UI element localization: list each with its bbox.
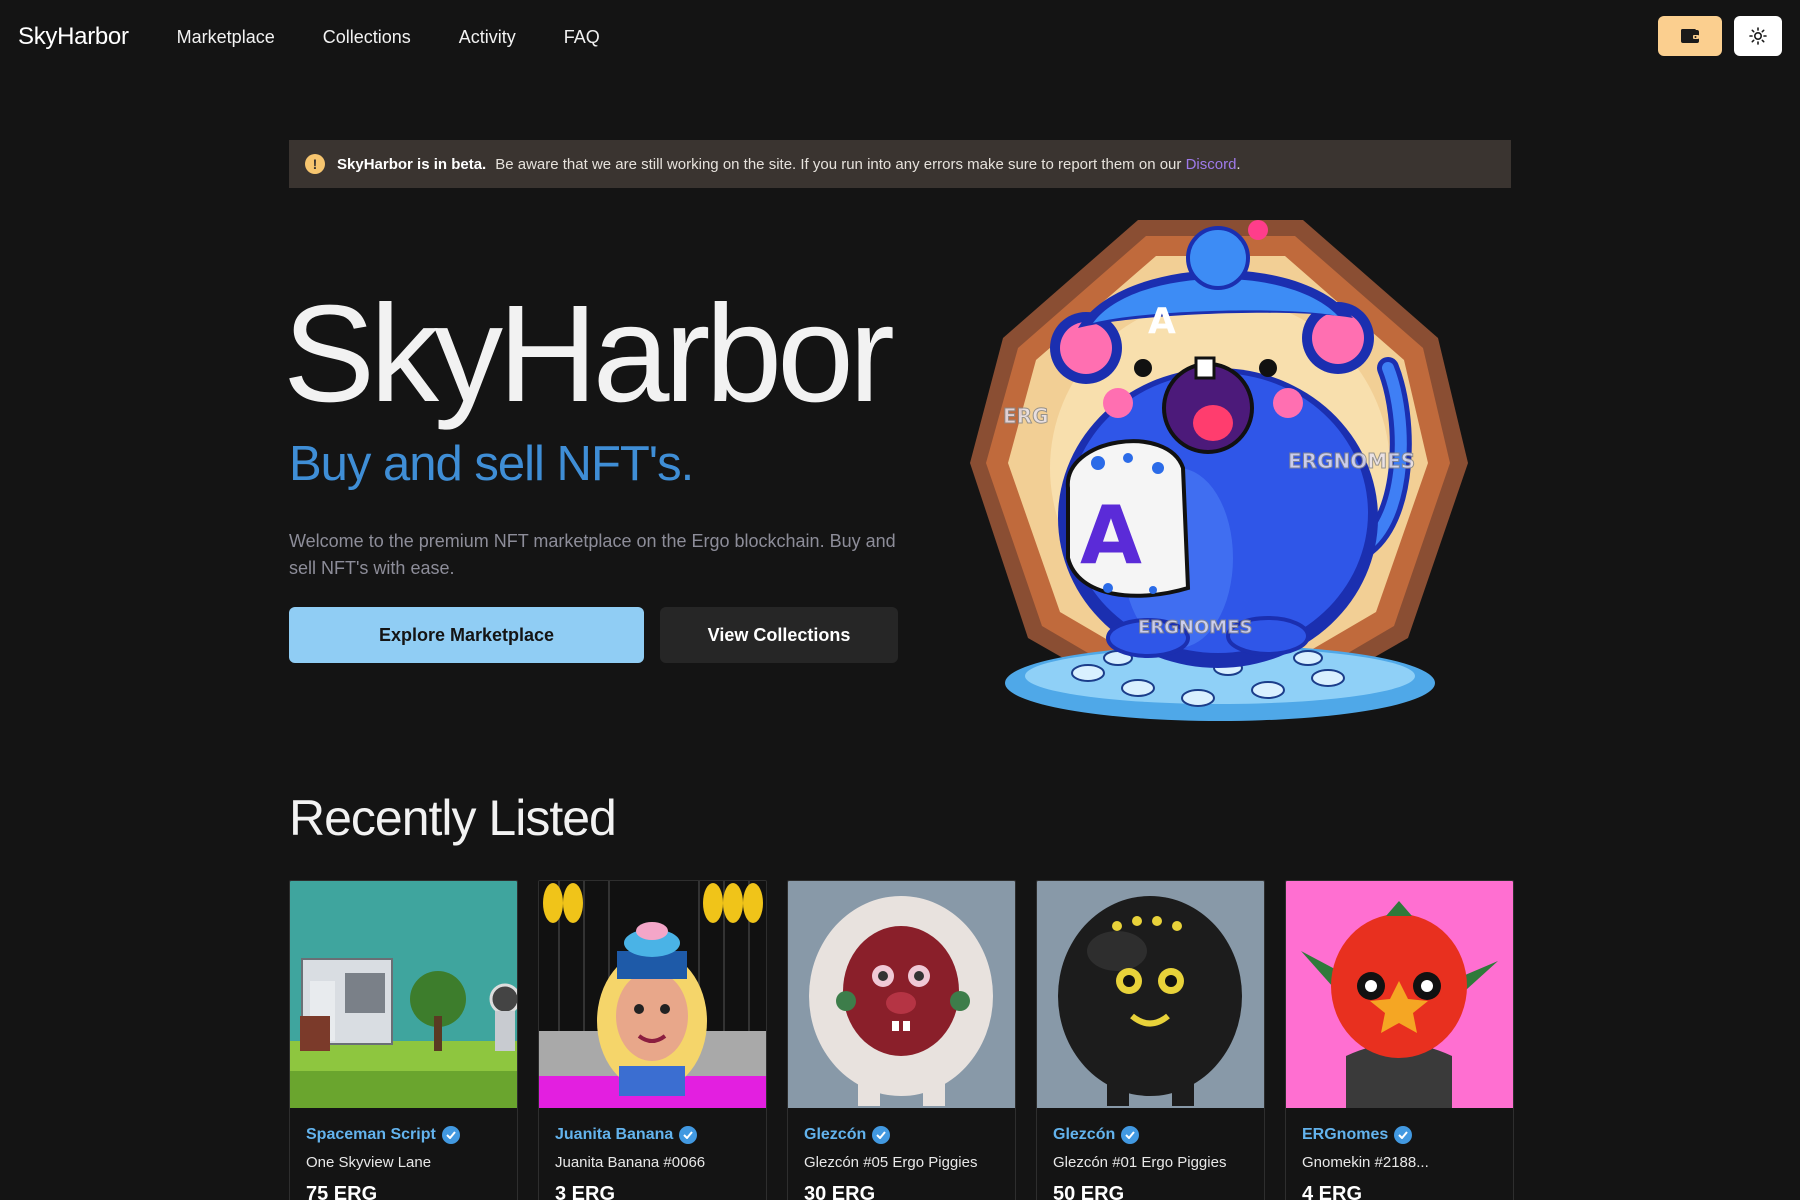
collection-name: ERGnomes	[1302, 1126, 1389, 1143]
nft-price: 30 ERG	[804, 1183, 876, 1200]
nav-activity[interactable]: Activity	[459, 27, 516, 48]
nft-price: 4 ERG	[1302, 1183, 1363, 1200]
card-body: Glezcón Glezcón #01 Ergo Piggies 50 ERG	[1037, 1108, 1264, 1200]
hero-nft-illustration: A A ERG ERGNOMES ERGNOMES	[970, 220, 1468, 721]
brand-logo[interactable]: SkyHarbor	[18, 23, 129, 51]
view-collections-button[interactable]: View Collections	[660, 607, 898, 663]
nft-card[interactable]: ERGnomes Gnomekin #2188... 4 ERG	[1285, 880, 1514, 1200]
verified-badge-icon	[679, 1126, 698, 1144]
card-body: Glezcón Glezcón #05 Ergo Piggies 30 ERG	[788, 1108, 1015, 1200]
hero-title: SkyHarbor	[283, 277, 895, 431]
beta-banner: ! SkyHarbor is in beta. Be aware that we…	[289, 140, 1511, 188]
nft-name: One Skyview Lane	[306, 1154, 432, 1171]
explore-marketplace-button[interactable]: Explore Marketplace	[289, 607, 644, 663]
watermark-ergnomes: ERGNOMES	[1288, 449, 1415, 473]
nft-card[interactable]: Glezcón Glezcón #05 Ergo Piggies 30 ERG	[787, 880, 1016, 1200]
svg-text:A: A	[1148, 301, 1176, 342]
nft-name: Glezcón #01 Ergo Piggies	[1053, 1154, 1227, 1171]
collection-name: Glezcón	[804, 1126, 867, 1143]
nav-faq[interactable]: FAQ	[564, 27, 600, 48]
hero-description: Welcome to the premium NFT marketplace o…	[289, 531, 896, 578]
recently-listed-grid: Spaceman Script One Skyview Lane 75 ERG	[289, 880, 1514, 1200]
nft-image-ergo-piggy-black	[1037, 881, 1264, 1108]
nft-image-juanita-banana	[539, 881, 766, 1108]
collection-name: Spaceman Script	[306, 1126, 436, 1143]
nav-collections[interactable]: Collections	[323, 27, 411, 48]
collection-name: Glezcón	[1053, 1126, 1116, 1143]
nft-image-skyview-house	[290, 881, 517, 1108]
svg-text:A: A	[1080, 489, 1142, 582]
nft-name: Glezcón #05 Ergo Piggies	[804, 1154, 978, 1171]
nav-marketplace[interactable]: Marketplace	[177, 27, 275, 48]
nft-image-gnomekin	[1286, 881, 1513, 1108]
nft-card[interactable]: Glezcón Glezcón #01 Ergo Piggies 50 ERG	[1036, 880, 1265, 1200]
collection-name: Juanita Banana	[555, 1126, 674, 1143]
card-body: Spaceman Script One Skyview Lane 75 ERG	[290, 1108, 517, 1200]
nft-price: 75 ERG	[306, 1183, 378, 1200]
verified-badge-icon	[1394, 1126, 1413, 1144]
banner-suffix: .	[1236, 155, 1241, 173]
nft-card[interactable]: Juanita Banana Juanita Banana #0066 3 ER…	[538, 880, 767, 1200]
sun-icon	[1749, 27, 1767, 45]
card-collection[interactable]: Glezcón	[1053, 1126, 1248, 1144]
theme-toggle-button[interactable]	[1734, 16, 1782, 56]
nft-price: 3 ERG	[555, 1183, 616, 1200]
card-collection[interactable]: Juanita Banana	[555, 1126, 750, 1144]
nft-image-ergo-piggy-red	[788, 881, 1015, 1108]
banner-message: Be aware that we are still working on th…	[495, 155, 1182, 173]
verified-badge-icon	[441, 1126, 460, 1144]
header-actions	[1658, 16, 1782, 56]
card-collection[interactable]: Glezcón	[804, 1126, 999, 1144]
recently-listed-title: Recently Listed	[289, 790, 617, 846]
card-collection[interactable]: ERGnomes	[1302, 1126, 1497, 1144]
nft-name: Juanita Banana #0066	[555, 1154, 706, 1171]
card-body: Juanita Banana Juanita Banana #0066 3 ER…	[539, 1108, 766, 1200]
banner-title: SkyHarbor is in beta.	[337, 155, 487, 173]
verified-badge-icon	[1121, 1126, 1140, 1144]
nft-name: Gnomekin #2188...	[1302, 1154, 1429, 1171]
discord-link[interactable]: Discord	[1186, 156, 1237, 173]
card-collection[interactable]: Spaceman Script	[306, 1126, 501, 1144]
top-navbar: SkyHarbor Marketplace Collections Activi…	[0, 0, 1800, 74]
watermark-ergnomes-2: ERGNOMES	[1138, 617, 1252, 638]
hero-subtitle: Buy and sell NFT's.	[289, 437, 694, 491]
nft-price: 50 ERG	[1053, 1183, 1125, 1200]
watermark-erg: ERG	[1003, 404, 1048, 428]
connect-wallet-button[interactable]	[1658, 16, 1722, 56]
banner-text: Be aware that we are still working on th…	[495, 156, 1240, 173]
verified-badge-icon	[872, 1126, 891, 1144]
wallet-icon	[1681, 29, 1699, 43]
card-body: ERGnomes Gnomekin #2188... 4 ERG	[1286, 1108, 1513, 1200]
warning-icon: !	[305, 154, 325, 174]
nft-card[interactable]: Spaceman Script One Skyview Lane 75 ERG	[289, 880, 518, 1200]
